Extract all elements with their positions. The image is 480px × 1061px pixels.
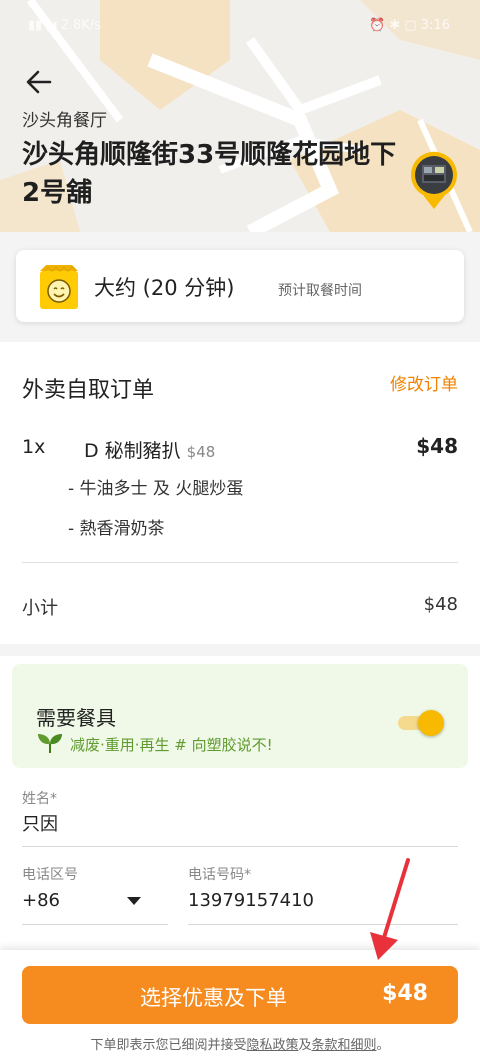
checkout-button[interactable]: 选择优惠及下单 $48	[22, 966, 458, 1024]
edit-order-link[interactable]: 修改订单	[390, 370, 458, 395]
status-bar-left: ▮▮ ◢ 2.8K/s	[28, 18, 101, 33]
chevron-down-icon[interactable]	[126, 892, 142, 905]
checkout-bar: 选择优惠及下单 $48 下单即表示您已细阅并接受隐私政策及条款和细则。	[0, 950, 480, 1061]
subtotal-label: 小计	[22, 598, 58, 619]
terms-note-prefix: 下单即表示您已细阅并接受	[90, 1038, 247, 1053]
item-option: - 牛油多士 及 火腿炒蛋	[68, 479, 244, 499]
restaurant-address: 沙头角顺隆街33号顺隆花园地下2号舖	[22, 140, 397, 208]
cutlery-card: 需要餐具 减废·重用·再生 # 向塑胶说不!	[12, 664, 468, 768]
item-name: D 秘制豬扒 $48	[84, 436, 215, 463]
smiling-bag-icon	[36, 263, 82, 311]
terms-note: 下单即表示您已细阅并接受隐私政策及条款和细则。	[0, 1034, 480, 1053]
leaf-icon	[36, 732, 64, 754]
pickup-time-card: 大约 (20 分钟) 预计取餐时间	[16, 250, 464, 322]
area-code-label: 电话区号	[22, 867, 78, 883]
status-bar-right: ⏰ ✱ ▢ 3:16	[369, 18, 450, 33]
item-option: - 熱香滑奶茶	[68, 519, 165, 539]
cutlery-slogan: 减废·重用·再生 # 向塑胶说不!	[70, 736, 273, 754]
privacy-policy-link[interactable]: 隐私政策	[246, 1038, 298, 1053]
phone-underline	[188, 924, 458, 925]
order-title: 外卖自取订单	[22, 378, 155, 403]
cutlery-title: 需要餐具	[36, 706, 116, 730]
checkout-total: $48	[382, 981, 428, 1006]
terms-link[interactable]: 条款和细则	[312, 1038, 377, 1053]
terms-note-and: 及	[298, 1038, 312, 1053]
item-name-text: D 秘制豬扒	[84, 440, 181, 462]
subtotal-value: $48	[423, 594, 458, 615]
phone-field[interactable]	[188, 890, 458, 911]
name-field[interactable]	[22, 812, 452, 833]
cutlery-toggle[interactable]	[396, 710, 444, 736]
name-underline	[22, 846, 458, 847]
item-price: $48	[416, 434, 458, 458]
checkout-button-label: 选择优惠及下单	[140, 986, 287, 1010]
phone-label: 电话号码*	[188, 867, 251, 883]
status-bar: ▮▮ ◢ 2.8K/s ⏰ ✱ ▢ 3:16	[0, 14, 480, 44]
order-summary: 外卖自取订单 修改订单 1x D 秘制豬扒 $48 $48 - 牛油多士 及 火腿…	[0, 342, 480, 644]
contact-section: 需要餐具 减废·重用·再生 # 向塑胶说不! 姓名* 电话区号 +86 电话号码…	[0, 656, 480, 956]
back-arrow-icon[interactable]	[22, 66, 56, 98]
area-code-select[interactable]: +86	[22, 890, 60, 911]
divider	[22, 562, 458, 563]
terms-note-suffix: 。	[376, 1038, 390, 1053]
pickup-time-note: 预计取餐时间	[278, 283, 362, 299]
area-code-underline	[22, 924, 168, 925]
toggle-knob	[418, 710, 444, 736]
name-label: 姓名*	[22, 791, 57, 807]
pickup-time-estimate: 大约 (20 分钟)	[94, 276, 235, 300]
restaurant-name: 沙头角餐厅	[22, 111, 107, 131]
store-location-pin-icon	[409, 151, 459, 211]
map-header: ▮▮ ◢ 2.8K/s ⏰ ✱ ▢ 3:16 沙头角餐厅 沙头角顺隆街33号顺隆…	[0, 0, 480, 232]
item-unit-price: $48	[186, 443, 216, 461]
item-quantity: 1x	[22, 436, 46, 458]
